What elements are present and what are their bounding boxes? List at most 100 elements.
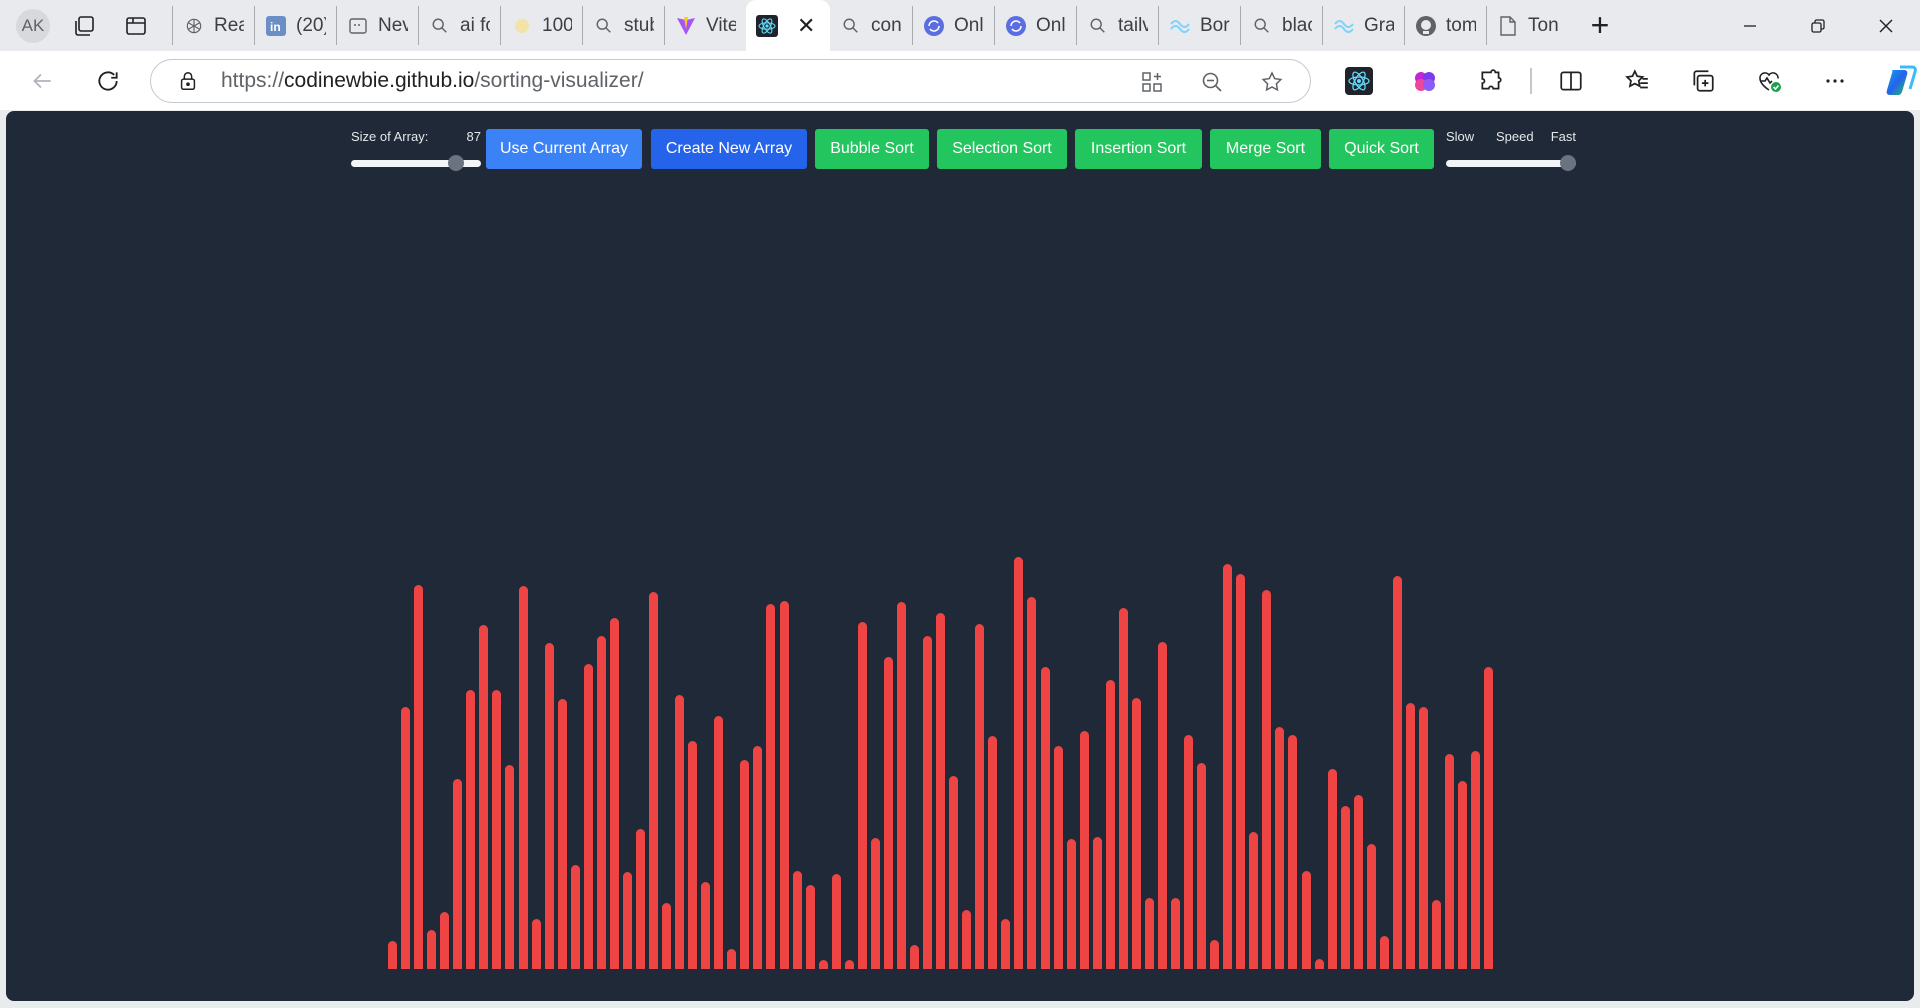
array-bar [857,621,867,969]
tab[interactable]: Onli [994,6,1076,45]
array-bar [1184,734,1194,969]
array-size-slider-thumb[interactable] [447,155,464,171]
tab-label: Vite [706,14,736,36]
close-window-icon[interactable] [1852,0,1920,51]
tab[interactable]: tailv [1076,6,1158,45]
tab-active[interactable]: ✕ [746,0,830,51]
array-bar [1144,897,1154,969]
refresh-icon[interactable] [86,59,130,103]
tab[interactable]: ai fo [418,6,500,45]
array-bar [714,715,724,969]
tab[interactable]: Vite [664,6,746,45]
array-bar [779,601,789,969]
tab[interactable]: Onli [912,6,994,45]
array-bar [1432,900,1441,969]
tab-list: Rea in (20) Nev ai fo 100' stub Vite ✕ con Onli Onl… [172,0,1568,51]
array-bar [583,663,593,969]
insertion-sort-button[interactable]: Insertion Sort [1075,129,1202,169]
array-bar [766,603,776,969]
tab[interactable]: Nev [336,6,418,45]
browser-toolbar: https://codinewbie.github.io/sorting-vis… [0,51,1920,110]
merge-sort-button[interactable]: Merge Sort [1210,129,1321,169]
search-icon [1251,15,1273,37]
app-available-icon[interactable] [1122,70,1182,94]
newtab-icon [347,15,369,37]
copilot-icon[interactable] [1868,59,1920,103]
zoom-out-icon[interactable] [1182,70,1242,94]
lock-icon[interactable] [177,70,199,92]
restore-icon[interactable] [1784,0,1852,51]
favorite-star-icon[interactable] [1242,70,1302,94]
array-bar [1223,564,1233,969]
tab[interactable]: Gra [1322,6,1404,45]
bubble-sort-button[interactable]: Bubble Sort [815,129,929,169]
array-bar [1340,806,1350,969]
array-bar [596,635,606,969]
favorites-icon[interactable] [1604,59,1670,103]
use-current-array-button[interactable]: Use Current Array [486,129,642,169]
array-bar [479,625,489,969]
array-bar [1066,839,1076,969]
array-bar [883,657,893,969]
array-bar [818,960,828,969]
array-bar [440,911,450,969]
linkedin-icon: in [265,15,287,37]
new-tab-button[interactable]: + [1580,6,1620,46]
document-icon [1497,15,1519,37]
tab[interactable]: Borc [1158,6,1240,45]
search-icon [1087,15,1109,37]
array-bar [753,746,763,969]
tab-actions-icon[interactable] [118,8,154,44]
array-bar [427,929,437,969]
brain-extension-icon[interactable] [1392,59,1458,103]
browser-tab-strip: AK Rea in (20) Nev ai fo 100' stub Vite ✕ con Onli… [0,0,1920,51]
tab[interactable]: 100' [500,6,582,45]
profile-avatar[interactable]: AK [16,8,50,43]
tab[interactable]: con [830,6,912,45]
array-bar [388,941,397,969]
page-viewport: Size of Array: 87 Use Current Array Crea… [6,111,1914,1001]
split-screen-icon[interactable] [1538,59,1604,103]
array-size-value: 87 [466,129,481,144]
array-bar [1301,871,1311,969]
more-options-icon[interactable] [1802,59,1868,103]
browser-essentials-icon[interactable] [1736,59,1802,103]
github-icon [1415,15,1437,37]
array-bars-container [388,549,1538,969]
tab-label: tom [1446,14,1476,36]
array-bar [518,585,528,969]
array-bar [1314,958,1324,969]
tab[interactable]: Rea [172,6,254,45]
sync-icon [923,15,945,37]
react-devtools-icon[interactable] [1326,59,1392,103]
back-icon[interactable] [20,59,64,103]
extensions-puzzle-icon[interactable] [1458,59,1524,103]
array-bar [910,944,919,969]
quick-sort-button[interactable]: Quick Sort [1329,129,1434,169]
tab[interactable]: blac [1240,6,1322,45]
svg-text:in: in [270,20,281,34]
tab[interactable]: Ton [1486,6,1568,45]
array-bar [792,871,802,969]
array-bar [805,885,815,969]
url-text[interactable]: https://codinewbie.github.io/sorting-vis… [221,69,644,93]
vite-icon [675,15,697,37]
window-controls [1716,0,1920,51]
speed-slider[interactable] [1446,160,1576,167]
collections-icon[interactable] [1670,59,1736,103]
tailwind-icon [1333,15,1355,37]
speed-slider-thumb[interactable] [1560,155,1576,171]
array-bar [505,765,515,969]
array-bar [675,695,685,969]
close-tab-icon[interactable]: ✕ [797,13,815,39]
address-bar[interactable]: https://codinewbie.github.io/sorting-vis… [150,59,1311,103]
tab[interactable]: in (20) [254,6,336,45]
workspaces-icon[interactable] [66,8,102,44]
minimize-icon[interactable] [1716,0,1784,51]
create-new-array-button[interactable]: Create New Array [651,129,807,169]
selection-sort-button[interactable]: Selection Sort [937,129,1067,169]
tab[interactable]: stub [582,6,664,45]
tab[interactable]: tom [1404,6,1486,45]
controls-toolbar: Size of Array: 87 Use Current Array Crea… [6,127,1914,175]
array-bar [1262,589,1272,969]
